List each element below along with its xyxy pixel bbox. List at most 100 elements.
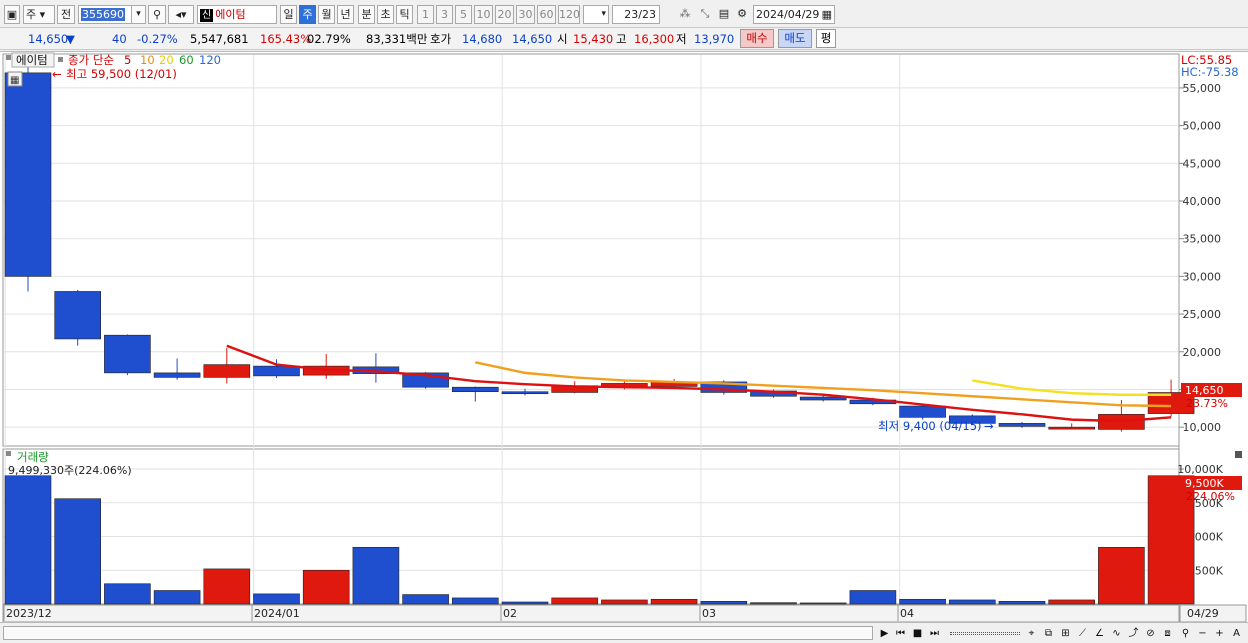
last-vol-pct: 224.06% bbox=[1186, 490, 1235, 503]
interval-60[interactable]: 60 bbox=[537, 5, 556, 24]
period-day[interactable]: 일 bbox=[280, 5, 297, 24]
low-label: 저 bbox=[676, 32, 687, 46]
link-icon[interactable]: ⁂ bbox=[676, 5, 694, 24]
price-tick-label: 45,000 bbox=[1183, 157, 1222, 170]
first-page-icon[interactable]: ⏮ bbox=[893, 626, 908, 641]
candle-body bbox=[253, 365, 300, 377]
candle-body bbox=[203, 364, 251, 378]
price-volume-chart[interactable]: 55,000 50,000 45,000 40,000 35,000 30,000 25,0… bbox=[0, 52, 1248, 624]
interval-1[interactable]: 1 bbox=[417, 5, 434, 24]
volume-bar bbox=[352, 546, 400, 605]
legend-ma10: 10 bbox=[140, 53, 155, 67]
volume-bar bbox=[104, 583, 151, 605]
date-value: 2024/04/29 bbox=[756, 8, 820, 21]
volume-bar bbox=[601, 599, 648, 605]
ma-legend-box-icon bbox=[58, 57, 63, 62]
last-price-tag-text: 14,650 bbox=[1185, 384, 1224, 397]
sell-button[interactable]: 매도 bbox=[778, 29, 812, 48]
volume-legend-box-icon bbox=[6, 451, 11, 456]
interval-30[interactable]: 30 bbox=[516, 5, 535, 24]
gear-icon[interactable]: ⚙ bbox=[734, 5, 750, 24]
volume-info: 9,499,330주(224.06%) bbox=[8, 464, 132, 477]
tool-crosshair-icon[interactable]: ⌖ bbox=[1024, 626, 1039, 641]
interval-120[interactable]: 120 bbox=[558, 5, 580, 24]
tool-trend-icon[interactable]: ⤴ bbox=[1126, 626, 1141, 641]
period-second[interactable]: 초 bbox=[377, 5, 394, 24]
stop-icon[interactable]: ■ bbox=[910, 626, 925, 641]
tool-angle-icon[interactable]: ∠ bbox=[1092, 626, 1107, 641]
low-marker-arrow: → bbox=[984, 419, 994, 433]
zoom-in-icon[interactable]: + bbox=[1212, 626, 1227, 641]
volume-bar bbox=[799, 602, 847, 605]
zoom-out-icon[interactable]: − bbox=[1195, 626, 1210, 641]
low-price: 13,970 bbox=[694, 32, 735, 46]
period-year[interactable]: 년 bbox=[337, 5, 354, 24]
scroll-right-icon[interactable]: ▶ bbox=[877, 626, 892, 641]
high-marker-arrow: ← bbox=[52, 67, 62, 81]
window-menu-icon[interactable]: ▣ bbox=[4, 5, 20, 24]
change-arrow: ▼ bbox=[66, 32, 75, 46]
legend-ma120: 120 bbox=[199, 53, 221, 67]
last-page-icon[interactable]: ⏭ bbox=[927, 626, 942, 641]
quote-bar: 14,650 ▼ 40 -0.27% 5,547,681 165.43% 02.… bbox=[0, 28, 1248, 50]
legend-stock-name: 에이텀 bbox=[16, 53, 48, 67]
last-pct-tag: 23.73% bbox=[1186, 397, 1228, 410]
price-tick-label: 55,000 bbox=[1183, 82, 1222, 95]
period-type-select[interactable]: 주 ▾ bbox=[23, 5, 55, 24]
candle-body bbox=[799, 396, 847, 401]
jeon-button[interactable]: 전 bbox=[57, 5, 75, 24]
volume-bar bbox=[203, 568, 251, 605]
tool-copy-icon[interactable]: ⧉ bbox=[1041, 626, 1056, 641]
buy-button[interactable]: 매수 bbox=[740, 29, 774, 48]
open-price: 15,430 bbox=[573, 32, 614, 46]
interval-20[interactable]: 20 bbox=[495, 5, 514, 24]
period-month[interactable]: 월 bbox=[318, 5, 335, 24]
interval-5[interactable]: 5 bbox=[455, 5, 472, 24]
zoom-slider[interactable] bbox=[950, 632, 1020, 635]
period-minute[interactable]: 분 bbox=[358, 5, 375, 24]
volume-panel-close-icon[interactable] bbox=[1235, 451, 1242, 458]
tool-window-icon[interactable]: ⧈ bbox=[1160, 626, 1175, 641]
stock-name-field[interactable]: 신 에이텀 bbox=[197, 5, 277, 24]
zoom-search-icon[interactable]: ⚲ bbox=[1178, 626, 1193, 641]
x-last-date-label: 04/29 bbox=[1187, 607, 1219, 620]
auto-scale-icon[interactable]: A bbox=[1229, 626, 1244, 641]
ask-price: 14,680 bbox=[462, 32, 503, 46]
price-tick-label: 10,000 bbox=[1183, 421, 1222, 434]
interval-dropdown[interactable]: ▾ bbox=[583, 5, 609, 24]
draw-icon[interactable]: ⤡ bbox=[696, 5, 714, 24]
price-tick-label: 35,000 bbox=[1183, 233, 1222, 246]
scroll-track[interactable] bbox=[3, 626, 873, 640]
legend-ma60: 60 bbox=[179, 53, 194, 67]
tool-line-icon[interactable]: ⟋ bbox=[1075, 626, 1090, 641]
current-price: 14,650 bbox=[28, 32, 69, 46]
volume-bar bbox=[402, 594, 449, 605]
legend-ma20: 20 bbox=[159, 53, 174, 67]
low-marker-label: 최저 9,400 (04/15) bbox=[878, 419, 982, 433]
price-tick-label: 20,000 bbox=[1183, 346, 1222, 359]
save-icon[interactable]: ▤ bbox=[716, 5, 732, 24]
code-dropdown-icon[interactable]: ▾ bbox=[131, 5, 146, 24]
avg-button[interactable]: 평 bbox=[816, 29, 836, 48]
speaker-icon[interactable]: ◂▾ bbox=[168, 5, 194, 24]
high-label: 고 bbox=[616, 32, 627, 46]
candle-body bbox=[54, 291, 102, 340]
tool-wave-icon[interactable]: ∿ bbox=[1109, 626, 1124, 641]
chart-window: ▣ 주 ▾ 전 355690 ▾ ⚲ ◂▾ 신 에이텀 일 주 월 년 분 초 틱… bbox=[0, 0, 1248, 643]
trade-amount: 83,331백만 bbox=[366, 32, 428, 46]
calendar-icon[interactable]: ▦ bbox=[822, 6, 832, 23]
volume-bar bbox=[451, 597, 499, 605]
period-week[interactable]: 주 bbox=[299, 5, 316, 24]
tool-lock-icon[interactable]: ⊘ bbox=[1143, 626, 1158, 641]
volume-bar bbox=[54, 498, 102, 605]
volume-bar bbox=[551, 597, 599, 605]
volume-bar bbox=[153, 590, 201, 605]
tool-grid-icon[interactable]: ⊞ bbox=[1058, 626, 1073, 641]
period-tick[interactable]: 틱 bbox=[396, 5, 413, 24]
search-icon[interactable]: ⚲ bbox=[148, 5, 166, 24]
interval-10[interactable]: 10 bbox=[474, 5, 493, 24]
date-field[interactable]: 2024/04/29 ▦ bbox=[753, 5, 835, 24]
interval-3[interactable]: 3 bbox=[436, 5, 453, 24]
chart-area[interactable]: 55,000 50,000 45,000 40,000 35,000 30,000 25,0… bbox=[0, 51, 1248, 623]
x-tick-label: 02 bbox=[503, 607, 517, 620]
